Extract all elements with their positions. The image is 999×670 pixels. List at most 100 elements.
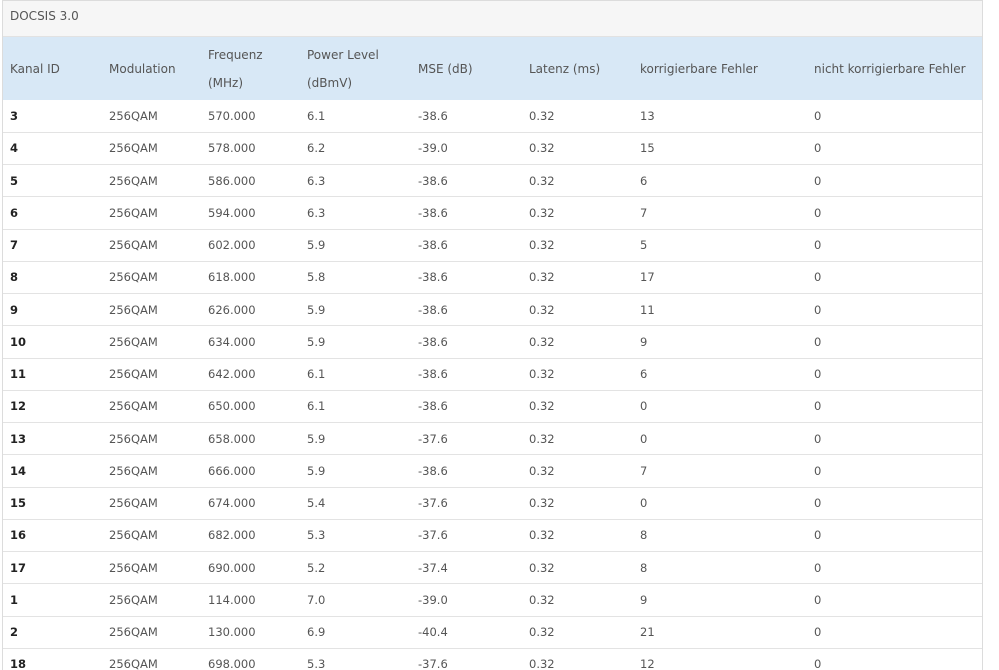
cell-kanal-id: 1: [10, 592, 19, 607]
cell-nicht-korrigierbare-fehler: 0: [814, 463, 822, 478]
cell-latenz: 0.32: [529, 173, 555, 188]
table-row: 17 256QAM 690.000 5.2 -37.4 0.32 8 0: [3, 552, 982, 584]
cell-frequenz: 642.000: [208, 367, 256, 382]
cell-latenz: 0.32: [529, 399, 555, 414]
cell-nicht-korrigierbare-fehler: 0: [814, 141, 822, 156]
table-row: 13 256QAM 658.000 5.9 -37.6 0.32 0 0: [3, 423, 982, 455]
cell-korrigierbare-fehler: 12: [640, 657, 655, 670]
cell-mse: -39.0: [418, 592, 448, 607]
cell-latenz: 0.32: [529, 238, 555, 253]
cell-mse: -37.6: [418, 431, 448, 446]
cell-kanal-id: 6: [10, 205, 19, 220]
cell-frequenz: 578.000: [208, 141, 256, 156]
cell-korrigierbare-fehler: 6: [640, 173, 648, 188]
cell-power-level: 5.9: [307, 238, 326, 253]
column-header-nicht-korrigierbare-fehler: nicht korrigierbare Fehler: [807, 37, 982, 100]
cell-latenz: 0.32: [529, 528, 555, 543]
cell-frequenz: 658.000: [208, 431, 256, 446]
cell-frequenz: 634.000: [208, 334, 256, 349]
column-header-label: Kanal ID: [10, 61, 60, 76]
column-header-frequenz: Frequenz (MHz): [201, 37, 300, 100]
cell-nicht-korrigierbare-fehler: 0: [814, 592, 822, 607]
cell-kanal-id: 5: [10, 173, 19, 188]
cell-latenz: 0.32: [529, 431, 555, 446]
cell-modulation: 256QAM: [109, 270, 158, 285]
cell-modulation: 256QAM: [109, 431, 158, 446]
cell-frequenz: 698.000: [208, 657, 256, 670]
cell-latenz: 0.32: [529, 205, 555, 220]
cell-nicht-korrigierbare-fehler: 0: [814, 205, 822, 220]
cell-power-level: 6.3: [307, 173, 326, 188]
cell-kanal-id: 12: [10, 399, 27, 414]
cell-korrigierbare-fehler: 15: [640, 141, 655, 156]
cell-modulation: 256QAM: [109, 205, 158, 220]
table-body: 3 256QAM 570.000 6.1 -38.6 0.32 13 0 4 256QAM 578.…: [3, 100, 982, 670]
cell-frequenz: 594.000: [208, 205, 256, 220]
cell-korrigierbare-fehler: 8: [640, 528, 648, 543]
cell-korrigierbare-fehler: 7: [640, 463, 648, 478]
cell-power-level: 7.0: [307, 592, 326, 607]
table-row: 4 256QAM 578.000 6.2 -39.0 0.32 15 0: [3, 132, 982, 165]
cell-power-level: 5.9: [307, 463, 326, 478]
cell-korrigierbare-fehler: 13: [640, 108, 655, 123]
cell-modulation: 256QAM: [109, 560, 158, 575]
cell-latenz: 0.32: [529, 496, 555, 511]
cell-mse: -38.6: [418, 238, 448, 253]
cell-mse: -38.6: [418, 205, 448, 220]
cell-mse: -37.4: [418, 560, 448, 575]
cell-mse: -37.6: [418, 496, 448, 511]
cell-nicht-korrigierbare-fehler: 0: [814, 496, 822, 511]
cell-korrigierbare-fehler: 11: [640, 302, 655, 317]
cell-power-level: 5.9: [307, 334, 326, 349]
cell-nicht-korrigierbare-fehler: 0: [814, 399, 822, 414]
cell-kanal-id: 2: [10, 625, 19, 640]
cell-power-level: 5.9: [307, 302, 326, 317]
table-row: 16 256QAM 682.000 5.3 -37.6 0.32 8 0: [3, 519, 982, 552]
cell-kanal-id: 8: [10, 270, 19, 285]
cell-modulation: 256QAM: [109, 463, 158, 478]
cell-kanal-id: 11: [10, 367, 27, 382]
cell-latenz: 0.32: [529, 367, 555, 382]
cell-nicht-korrigierbare-fehler: 0: [814, 657, 822, 670]
cell-frequenz: 666.000: [208, 463, 256, 478]
cell-modulation: 256QAM: [109, 334, 158, 349]
cell-frequenz: 130.000: [208, 625, 256, 640]
cell-mse: -38.6: [418, 302, 448, 317]
column-header-power-level: Power Level (dBmV): [300, 37, 411, 100]
cell-mse: -38.6: [418, 108, 448, 123]
cell-modulation: 256QAM: [109, 173, 158, 188]
cell-mse: -38.6: [418, 367, 448, 382]
cell-modulation: 256QAM: [109, 625, 158, 640]
table-row: 10 256QAM 634.000 5.9 -38.6 0.32 9 0: [3, 326, 982, 358]
cell-latenz: 0.32: [529, 560, 555, 575]
table-row: 6 256QAM 594.000 6.3 -38.6 0.32 7 0: [3, 197, 982, 229]
cell-modulation: 256QAM: [109, 108, 158, 123]
cell-latenz: 0.32: [529, 625, 555, 640]
cell-modulation: 256QAM: [109, 238, 158, 253]
cell-frequenz: 626.000: [208, 302, 256, 317]
cell-frequenz: 690.000: [208, 560, 256, 575]
cell-nicht-korrigierbare-fehler: 0: [814, 238, 822, 253]
table-row: 5 256QAM 586.000 6.3 -38.6 0.32 6 0: [3, 165, 982, 197]
cell-power-level: 6.1: [307, 367, 326, 382]
table-row: 11 256QAM 642.000 6.1 -38.6 0.32 6 0: [3, 358, 982, 391]
cell-power-level: 5.3: [307, 528, 326, 543]
column-header-label: nicht korrigierbare Fehler: [814, 61, 966, 76]
cell-power-level: 6.1: [307, 108, 326, 123]
column-header-label: MSE (dB): [418, 61, 473, 76]
column-header-label: Latenz (ms): [529, 61, 601, 76]
column-header-kanal-id: Kanal ID: [3, 37, 102, 100]
cell-latenz: 0.32: [529, 592, 555, 607]
cell-modulation: 256QAM: [109, 592, 158, 607]
cell-korrigierbare-fehler: 6: [640, 367, 648, 382]
cell-kanal-id: 7: [10, 238, 19, 253]
column-header-label: Frequenz (MHz): [208, 47, 263, 90]
panel-title: DOCSIS 3.0: [3, 1, 982, 37]
cell-power-level: 5.3: [307, 657, 326, 670]
cell-latenz: 0.32: [529, 108, 555, 123]
cell-latenz: 0.32: [529, 141, 555, 156]
column-header-label: Modulation: [109, 61, 176, 76]
table-row: 12 256QAM 650.000 6.1 -38.6 0.32 0 0: [3, 390, 982, 423]
table-row: 14 256QAM 666.000 5.9 -38.6 0.32 7 0: [3, 455, 982, 487]
cell-nicht-korrigierbare-fehler: 0: [814, 625, 822, 640]
